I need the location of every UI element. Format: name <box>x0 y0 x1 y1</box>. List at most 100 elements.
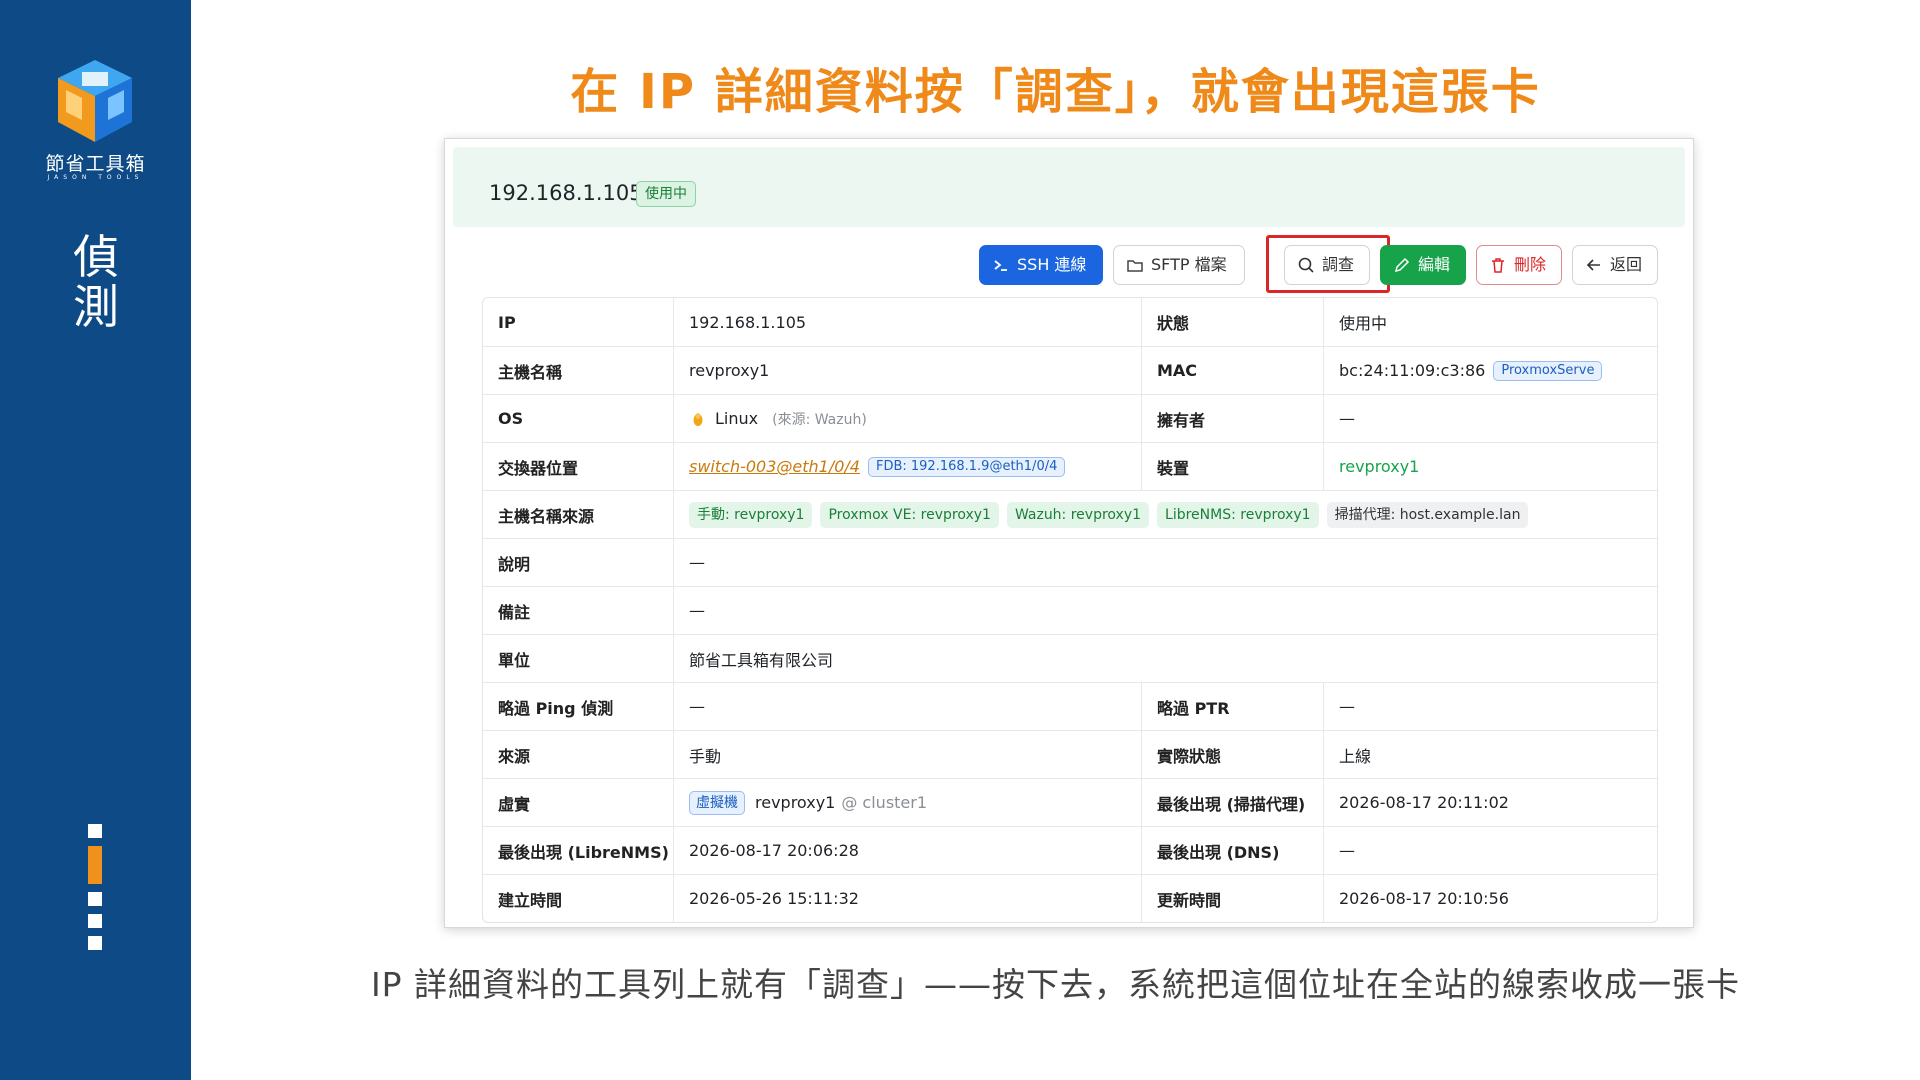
hostname-source-tag: 手動: revproxy1 <box>689 501 813 528</box>
section-title: 偵測 <box>73 230 119 334</box>
field-label: 單位 <box>483 635 674 682</box>
table-row: 備註 — <box>483 586 1657 634</box>
ssh-connect-button[interactable]: SSH 連線 <box>979 245 1103 285</box>
field-label: 說明 <box>483 539 674 586</box>
sftp-files-button[interactable]: SFTP 檔案 <box>1113 245 1245 285</box>
back-button[interactable]: 返回 <box>1572 245 1658 285</box>
os-value-cell: Linux (來源: Wazuh) <box>674 395 1142 442</box>
linux-icon <box>693 412 703 426</box>
slide-caption: IP 詳細資料的工具列上就有「調查」——按下去，系統把這個位址在全站的線索收成一… <box>370 965 1741 1004</box>
field-value: 使用中 <box>1339 314 1388 333</box>
field-label: OS <box>483 395 674 442</box>
fdb-tag: FDB: 192.168.1.9@eth1/0/4 <box>867 456 1066 477</box>
slide-heading: 在 IP 詳細資料按「調查」，就會出現這張卡 <box>570 64 1541 120</box>
field-label: 備註 <box>483 587 674 634</box>
field-value: — <box>689 601 705 620</box>
status-badge: 使用中 <box>636 181 696 207</box>
field-value: revproxy1 <box>674 347 1142 394</box>
arrow-left-icon <box>1586 259 1600 271</box>
field-label: 主機名稱來源 <box>483 491 674 538</box>
vm-tag: 虛擬機 <box>689 790 745 815</box>
table-row: 略過 Ping 偵測 — 略過 PTR — <box>483 682 1657 730</box>
field-label: 擁有者 <box>1142 395 1324 442</box>
switch-value-cell: switch-003@eth1/0/4 FDB: 192.168.1.9@eth… <box>674 443 1142 490</box>
table-row: 主機名稱 revproxy1 MAC bc:24:11:09:c3:86 Pro… <box>483 346 1657 394</box>
field-label: 來源 <box>483 731 674 778</box>
field-value: 節省工具箱有限公司 <box>689 650 834 670</box>
field-value: — <box>1339 841 1355 860</box>
delete-label: 刪除 <box>1514 255 1547 274</box>
mac-value-cell: bc:24:11:09:c3:86 ProxmoxServe <box>1324 347 1657 394</box>
sidebar: 節省工具箱 JASON TOOLS 偵測 <box>0 0 191 1080</box>
ip-detail-screenshot: 192.168.1.105 使用中 SSH 連線 SFTP 檔案 調查 編輯 刪… <box>444 138 1694 928</box>
table-row: OS Linux (來源: Wazuh) 擁有者 — <box>483 394 1657 442</box>
progress-step <box>88 824 102 838</box>
field-label: 略過 Ping 偵測 <box>483 683 674 730</box>
terminal-icon <box>994 260 1007 271</box>
field-value: — <box>689 553 705 572</box>
slide-progress <box>87 824 103 958</box>
mac-address: bc:24:11:09:c3:86 <box>1339 361 1486 380</box>
field-value: 192.168.1.105 <box>674 298 1142 346</box>
field-label: 實際狀態 <box>1142 731 1324 778</box>
hostname-source-tags: 手動: revproxy1 Proxmox VE: revproxy1 Wazu… <box>674 491 1657 538</box>
field-label: 最後出現 (DNS) <box>1142 827 1324 874</box>
back-label: 返回 <box>1610 255 1643 274</box>
table-row: 主機名稱來源 手動: revproxy1 Proxmox VE: revprox… <box>483 490 1657 538</box>
pencil-icon <box>1394 257 1410 273</box>
field-value: 2026-08-17 20:10:56 <box>1339 889 1509 908</box>
trash-icon <box>1492 258 1504 273</box>
os-source-note: (來源: Wazuh) <box>772 411 867 428</box>
brand-subtitle: JASON TOOLS <box>47 174 144 181</box>
card-header: 192.168.1.105 使用中 <box>453 147 1685 227</box>
progress-step-active <box>88 846 102 884</box>
field-label: IP <box>483 298 674 346</box>
field-label: 建立時間 <box>483 875 674 922</box>
vm-name: revproxy1 <box>755 793 836 812</box>
field-label: 裝置 <box>1142 443 1324 490</box>
field-label: 交換器位置 <box>483 443 674 490</box>
hostname-source-tag: Wazuh: revproxy1 <box>1006 501 1150 528</box>
field-label: 更新時間 <box>1142 875 1324 922</box>
table-row: IP 192.168.1.105 狀態 使用中 <box>483 298 1657 346</box>
edit-button[interactable]: 編輯 <box>1380 245 1466 285</box>
ssh-connect-label: SSH 連線 <box>1017 255 1087 274</box>
field-value: — <box>1339 409 1355 428</box>
ip-title: 192.168.1.105 <box>489 181 643 205</box>
progress-step <box>88 936 102 950</box>
table-row: 說明 — <box>483 538 1657 586</box>
edit-label: 編輯 <box>1418 255 1451 274</box>
switch-port-link[interactable]: switch-003@eth1/0/4 <box>689 457 860 476</box>
virtual-value-cell: 虛擬機 revproxy1 @ cluster1 <box>674 779 1142 826</box>
field-value: 2026-08-17 20:11:02 <box>1339 793 1509 812</box>
brand-name: 節省工具箱 <box>45 153 146 175</box>
progress-step <box>88 892 102 906</box>
device-link[interactable]: revproxy1 <box>1324 443 1657 490</box>
vm-cluster: @ cluster1 <box>841 793 928 812</box>
progress-step <box>88 914 102 928</box>
field-label: 略過 PTR <box>1142 683 1324 730</box>
field-value: 上線 <box>1339 746 1372 766</box>
field-value: 2026-05-26 15:11:32 <box>674 875 1142 922</box>
folder-icon <box>1127 260 1143 272</box>
logo-icon <box>58 60 132 142</box>
field-value: — <box>1339 697 1355 716</box>
field-value: 2026-08-17 20:06:28 <box>674 827 1142 874</box>
field-label: 最後出現 (LibreNMS) <box>483 827 674 874</box>
sftp-files-label: SFTP 檔案 <box>1151 255 1227 274</box>
os-name: Linux <box>715 409 759 428</box>
table-row: 來源 手動 實際狀態 上線 <box>483 730 1657 778</box>
hostname-source-tag: Proxmox VE: revproxy1 <box>820 501 999 528</box>
field-value: 手動 <box>674 731 1142 778</box>
field-label: MAC <box>1142 347 1324 394</box>
hostname-source-tag: LibreNMS: revproxy1 <box>1157 501 1319 528</box>
field-label: 狀態 <box>1142 298 1324 346</box>
mac-vendor-tag: ProxmoxServe <box>1493 360 1603 381</box>
table-row: 最後出現 (LibreNMS) 2026-08-17 20:06:28 最後出現… <box>483 826 1657 874</box>
field-value: — <box>674 683 1142 730</box>
field-label: 主機名稱 <box>483 347 674 394</box>
delete-button[interactable]: 刪除 <box>1476 245 1562 285</box>
field-label: 虛實 <box>483 779 674 826</box>
table-row: 虛實 虛擬機 revproxy1 @ cluster1 最後出現 (掃描代理) … <box>483 778 1657 826</box>
ip-detail-table: IP 192.168.1.105 狀態 使用中 主機名稱 revproxy1 M… <box>482 297 1658 923</box>
